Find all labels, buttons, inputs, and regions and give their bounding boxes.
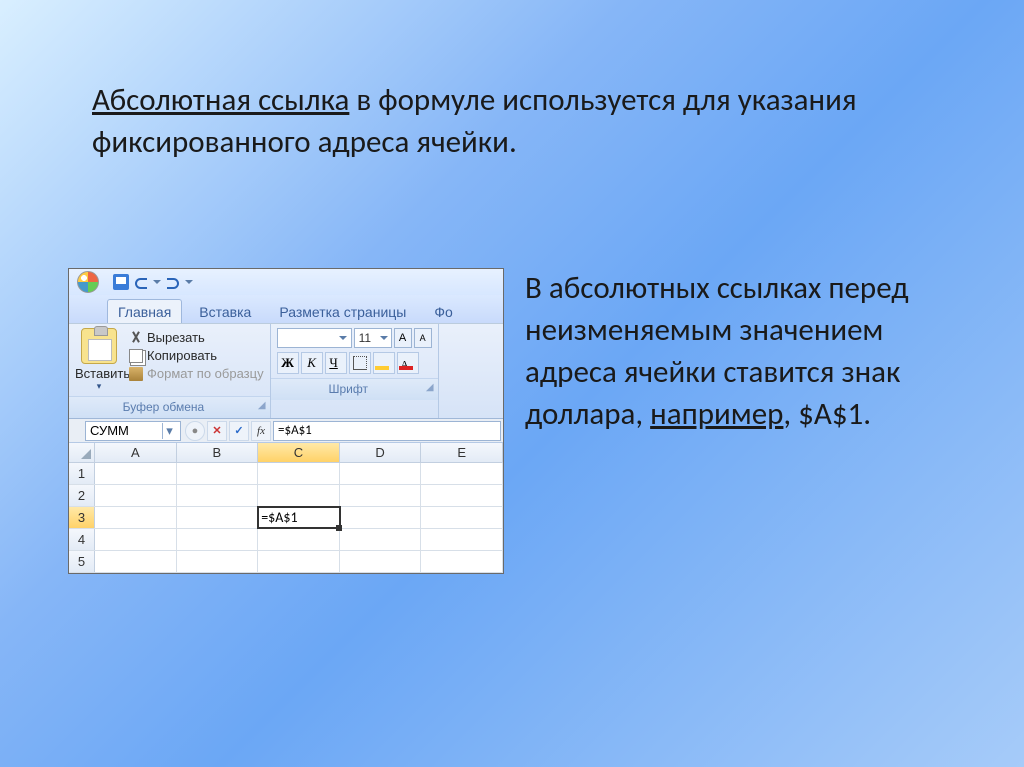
group-label-font: Шрифт◢ [271,378,438,400]
cell[interactable] [95,507,177,528]
copy-icon [129,349,143,363]
tab-formulas[interactable]: Фо [423,299,463,323]
row-header[interactable]: 4 [69,529,95,550]
undo-dropdown-icon[interactable] [153,274,161,290]
column-header[interactable]: D [340,443,422,462]
tab-home[interactable]: Главная [107,299,182,323]
column-header[interactable]: A [95,443,177,462]
cut-button[interactable]: Вырезать [129,330,264,345]
font-color-icon [399,356,413,370]
select-all-button[interactable] [69,443,95,462]
name-box[interactable]: СУММ ▾ [85,421,181,441]
borders-button[interactable] [349,352,371,374]
cell[interactable] [95,485,177,506]
row-header[interactable]: 2 [69,485,95,506]
font-color-button[interactable] [397,352,419,374]
office-logo-icon [77,271,99,293]
excel-screenshot: Главная Вставка Разметка страницы Фо Вст… [68,268,504,574]
brush-icon [129,367,143,381]
cell[interactable] [177,551,259,572]
cell[interactable] [95,551,177,572]
cell[interactable] [258,463,340,484]
cell[interactable] [258,529,340,550]
row-header[interactable]: 1 [69,463,95,484]
cell[interactable] [421,463,503,484]
scissors-icon [129,331,143,345]
grow-font-button[interactable]: A [394,328,412,348]
italic-button[interactable]: К [301,352,323,374]
paste-icon [81,328,117,364]
redo-icon[interactable] [165,274,181,290]
cancel-formula-button[interactable]: ✕ [207,421,227,441]
tab-page-layout[interactable]: Разметка страницы [268,299,417,323]
paste-button[interactable]: Вставить ▾ [75,328,123,392]
fill-color-button[interactable] [373,352,395,374]
insert-function-button[interactable]: fx [251,421,271,441]
save-icon[interactable] [113,274,129,290]
row-header[interactable]: 5 [69,551,95,572]
font-size-selector[interactable]: 11 [354,328,392,348]
cell[interactable] [340,507,422,528]
cell[interactable] [258,485,340,506]
chevron-down-icon[interactable]: ▾ [162,423,176,439]
cell[interactable] [340,551,422,572]
paragraph-right: В абсолютных ссылках перед неизменяемым … [525,268,965,435]
group-clipboard: Вставить ▾ Вырезать Копировать Формат по… [69,324,271,418]
underline-button[interactable]: Ч [325,352,347,374]
shrink-font-button[interactable]: A [414,328,432,348]
group-font: 11 A A Ж К Ч Шрифт◢ [271,324,439,418]
border-icon [353,356,367,370]
active-cell[interactable]: =$A$1 [258,507,340,528]
dialog-launcher-icon[interactable]: ◢ [426,382,434,393]
cell[interactable] [421,485,503,506]
cell[interactable] [177,463,259,484]
cell[interactable] [177,485,259,506]
copy-button[interactable]: Копировать [129,348,264,363]
accept-formula-button[interactable]: ✓ [229,421,249,441]
formula-bar: СУММ ▾ ● ✕ ✓ fx =$A$1 [69,419,503,443]
qat-customize-icon[interactable] [185,274,193,290]
dialog-launcher-icon[interactable]: ◢ [258,400,266,411]
cell[interactable] [421,507,503,528]
chevron-down-icon: ▾ [75,381,123,392]
ribbon: Вставить ▾ Вырезать Копировать Формат по… [69,323,503,419]
fill-color-icon [375,356,389,370]
column-header[interactable]: B [177,443,259,462]
ribbon-tabs: Главная Вставка Разметка страницы Фо [69,295,503,323]
cell[interactable] [421,551,503,572]
cell[interactable] [95,463,177,484]
row-header[interactable]: 3 [69,507,95,528]
tab-insert[interactable]: Вставка [188,299,262,323]
spreadsheet-grid: A B C D E 1 2 3 =$A$1 4 5 [69,443,503,573]
bold-button[interactable]: Ж [277,352,299,374]
example-word: например [650,395,783,433]
term-absolute-reference: Абсолютная ссылка [92,81,349,119]
cell[interactable] [340,529,422,550]
cell[interactable] [177,507,259,528]
column-header[interactable]: C [258,443,340,462]
name-box-value: СУММ [90,423,129,438]
cell[interactable] [340,485,422,506]
font-name-selector[interactable] [277,328,352,348]
format-painter-button[interactable]: Формат по образцу [129,366,264,381]
quick-access-toolbar [69,269,503,295]
paste-label: Вставить [75,366,123,381]
cell[interactable] [177,529,259,550]
cell[interactable] [340,463,422,484]
cell[interactable] [95,529,177,550]
formula-input[interactable]: =$A$1 [273,421,501,441]
office-button[interactable] [71,269,105,295]
cell[interactable] [421,529,503,550]
function-wizard-icon[interactable]: ● [185,421,205,441]
group-label-clipboard: Буфер обмена◢ [69,396,270,418]
paragraph-top: Абсолютная ссылка в формуле используется… [92,80,912,164]
column-header[interactable]: E [421,443,503,462]
undo-icon[interactable] [133,274,149,290]
cell[interactable] [258,551,340,572]
